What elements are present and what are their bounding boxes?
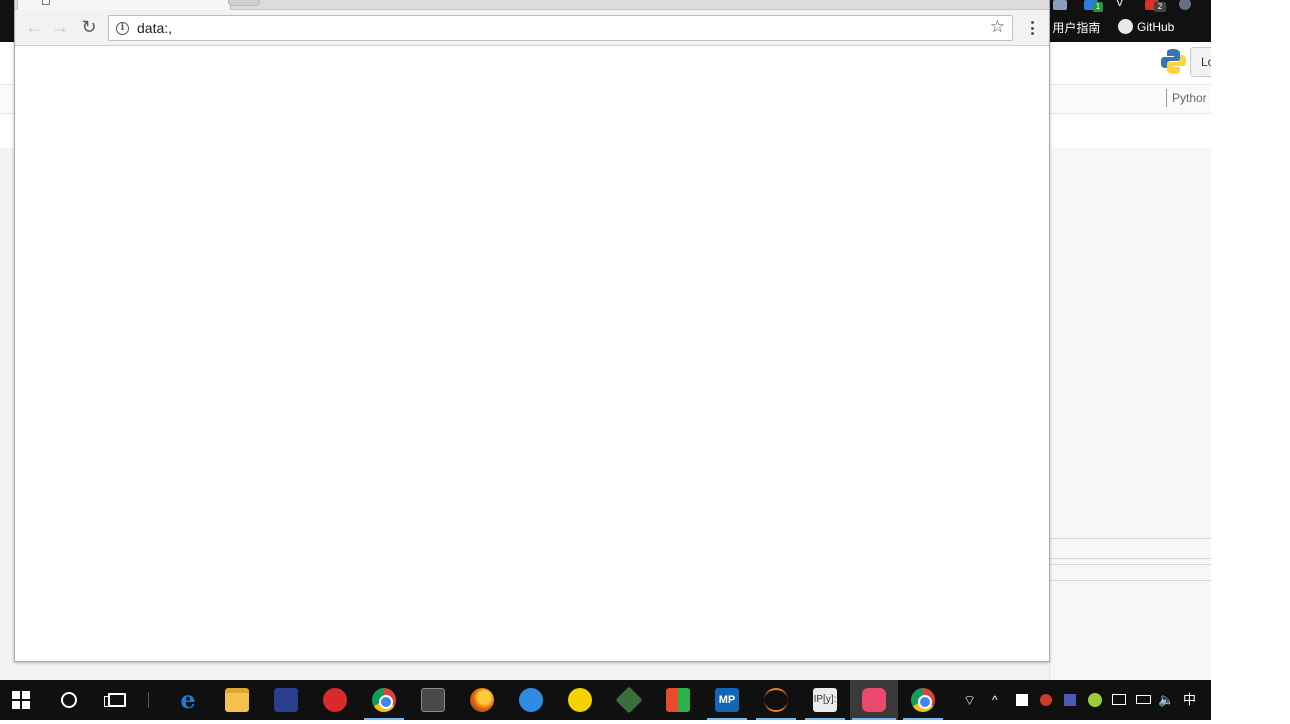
vim-extension-icon[interactable]: V	[1116, 0, 1130, 9]
tray-app-icon[interactable]	[1088, 693, 1102, 707]
page-viewport[interactable]	[15, 47, 1049, 661]
sogou-icon[interactable]	[519, 688, 543, 712]
background-content-panel	[1049, 148, 1211, 680]
task-view-icon[interactable]	[104, 693, 126, 707]
chrome-icon[interactable]	[911, 688, 935, 712]
url-text[interactable]: data:,	[137, 20, 172, 36]
background-divider-lines	[1049, 538, 1211, 582]
more-menu-icon[interactable]	[1027, 18, 1037, 38]
tab-strip	[15, 0, 1049, 10]
tab-active[interactable]	[17, 0, 231, 10]
tray-app-icon[interactable]	[1064, 694, 1076, 706]
input-method-indicator[interactable]: 中	[1183, 692, 1196, 708]
new-tab-button[interactable]	[228, 0, 260, 6]
git-icon[interactable]	[615, 686, 643, 714]
chrome-window: ← → ↻ i data:, ☆	[14, 0, 1050, 662]
screen-recorder-icon[interactable]	[862, 688, 886, 712]
address-bar[interactable]: i data:, ☆	[108, 15, 1013, 41]
app-icon[interactable]	[274, 688, 298, 712]
ipython-icon[interactable]: IP[y]:	[813, 688, 837, 712]
python-logo-icon	[1161, 49, 1186, 74]
back-arrow-icon: ←	[25, 17, 43, 37]
browser-toolbar: ← → ↻ i data:, ☆	[15, 10, 1049, 46]
tray-qq-icon[interactable]	[1040, 694, 1052, 706]
info-icon[interactable]: i	[116, 22, 129, 35]
bookmark-github-label: GitHub	[1137, 19, 1175, 34]
reload-icon: ↻	[81, 17, 97, 37]
forward-button[interactable]: →	[49, 16, 71, 38]
office-icon[interactable]	[666, 688, 690, 712]
login-button[interactable]: Lo	[1190, 47, 1211, 77]
edge-icon[interactable]: e	[176, 688, 200, 712]
sublime-text-icon[interactable]	[421, 688, 445, 712]
network-monitor-icon[interactable]	[1112, 694, 1126, 705]
mp-icon[interactable]: MP	[715, 688, 739, 712]
extension-icon[interactable]	[1053, 0, 1067, 10]
back-button[interactable]: ←	[23, 16, 45, 38]
volume-icon[interactable]: 🔈	[1158, 692, 1174, 708]
bookmark-user-guide[interactable]: r 用户指南	[1045, 19, 1100, 36]
page-favicon-icon	[42, 0, 50, 5]
github-icon	[1118, 19, 1133, 34]
cortana-search-icon[interactable]	[61, 692, 77, 708]
start-button[interactable]	[12, 691, 30, 709]
taskbar-separator	[148, 692, 149, 708]
chrome-icon[interactable]	[372, 688, 396, 712]
tray-app-icon[interactable]	[1016, 694, 1028, 706]
screen: 1 V 2 r 用户指南 GitHub Lo Pythor ←	[0, 0, 1290, 724]
battery-icon[interactable]	[1136, 695, 1151, 704]
screen-margin	[1211, 0, 1290, 724]
netease-music-icon[interactable]	[323, 688, 347, 712]
jupyter-icon[interactable]	[764, 688, 788, 712]
show-hidden-icons-chevron-icon[interactable]: ^	[992, 692, 998, 708]
wifi-icon[interactable]: ⌔	[963, 692, 976, 708]
extension-badge: 2	[1154, 2, 1166, 12]
taskbar: e MP IP[y]: ⌔ ^ 🔈 中	[0, 680, 1211, 720]
media-player-icon[interactable]	[568, 688, 592, 712]
firefox-icon[interactable]	[470, 688, 494, 712]
screen-margin	[0, 720, 1290, 724]
python-tab-link[interactable]: Pythor	[1166, 89, 1207, 107]
file-explorer-icon[interactable]	[225, 688, 249, 712]
reload-button[interactable]: ↻	[78, 16, 100, 38]
extension-badge: 1	[1093, 2, 1103, 12]
forward-arrow-icon: →	[51, 17, 69, 37]
bookmark-github[interactable]: GitHub	[1118, 19, 1174, 34]
bookmark-star-icon[interactable]: ☆	[990, 18, 1005, 35]
